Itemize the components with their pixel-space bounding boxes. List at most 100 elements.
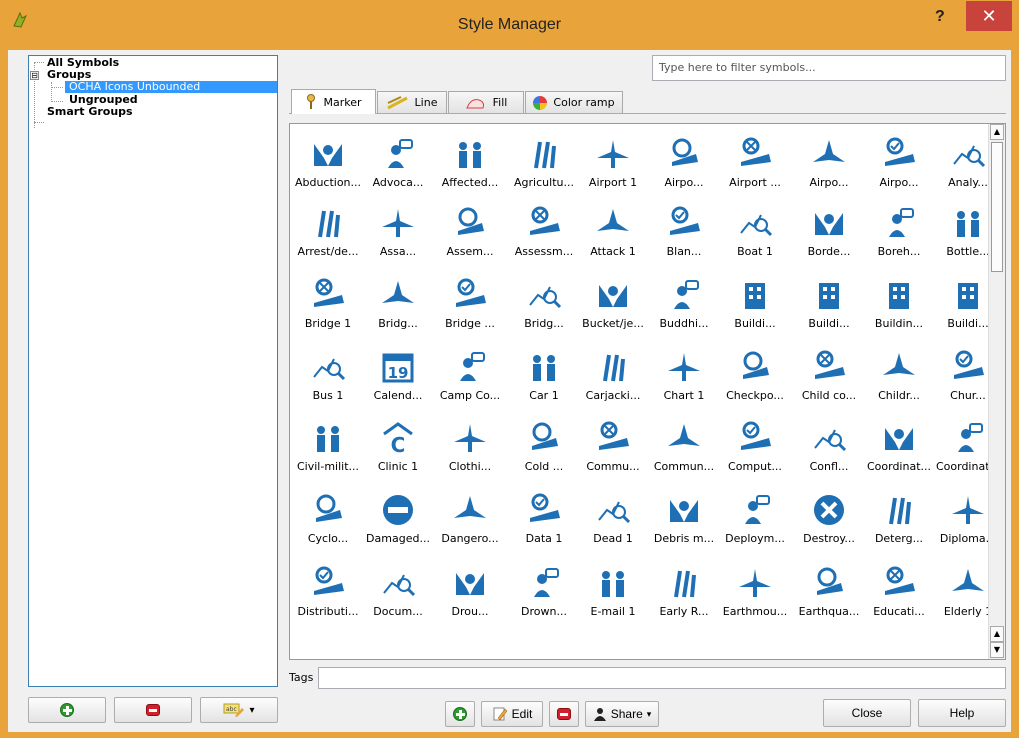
add-group-button[interactable] <box>28 697 106 723</box>
symbol-item[interactable]: Dead 1 <box>579 492 647 545</box>
tab-color-ramp[interactable]: Color ramp <box>525 91 623 113</box>
symbol-item[interactable]: Commun... <box>650 420 718 473</box>
symbol-item[interactable]: Airpo... <box>650 136 718 189</box>
symbol-item[interactable]: Confl... <box>795 420 863 473</box>
symbol-item[interactable]: Boat 1 <box>721 205 789 258</box>
scroll-thumb[interactable] <box>991 142 1003 272</box>
symbol-item[interactable]: Deterg... <box>865 492 933 545</box>
scroll-down-button[interactable]: ▼ <box>990 642 1004 658</box>
symbol-preview-icon <box>597 140 629 168</box>
symbol-item[interactable]: Cyclo... <box>294 492 362 545</box>
symbol-item[interactable]: Airport ... <box>721 136 789 189</box>
symbol-item[interactable]: Early R... <box>650 565 718 618</box>
symbol-item[interactable]: Bridge ... <box>436 277 504 330</box>
remove-group-button[interactable] <box>114 697 192 723</box>
symbol-item[interactable]: Earthmou... <box>721 565 789 618</box>
edit-symbol-button[interactable]: Edit <box>481 701 543 727</box>
symbol-item[interactable]: Checkpo... <box>721 349 789 402</box>
symbol-item[interactable]: Assa... <box>364 205 432 258</box>
symbol-item[interactable]: Bridg... <box>510 277 578 330</box>
symbol-item[interactable]: Buildin... <box>865 277 933 330</box>
symbol-item[interactable]: Agricultu... <box>510 136 578 189</box>
tree-item-ocha-icons[interactable]: OCHA Icons Unbounded <box>65 81 277 93</box>
symbol-item[interactable]: Buddhi... <box>650 277 718 330</box>
symbol-item[interactable]: Commu... <box>579 420 647 473</box>
symbol-item[interactable]: Assem... <box>436 205 504 258</box>
symbol-item[interactable]: Comput... <box>721 420 789 473</box>
vertical-scrollbar[interactable]: ▲ ▲ ▼ <box>988 124 1005 659</box>
symbol-item[interactable]: Earthqua... <box>795 565 863 618</box>
add-symbol-button[interactable] <box>445 701 475 727</box>
symbol-preview-icon <box>456 573 484 595</box>
symbol-item[interactable]: Bus 1 <box>294 349 362 402</box>
symbol-item[interactable]: Child co... <box>795 349 863 402</box>
symbol-item[interactable]: Airpo... <box>795 136 863 189</box>
symbol-item[interactable]: Abduction... <box>294 136 362 189</box>
symbol-item[interactable]: Clothi... <box>436 420 504 473</box>
symbol-item[interactable]: Damaged... <box>364 492 432 545</box>
group-actions-button[interactable]: abc ▾ <box>200 697 278 723</box>
filter-symbols-input[interactable]: Type here to filter symbols... <box>652 55 1006 81</box>
symbol-item[interactable]: Blan... <box>650 205 718 258</box>
symbol-list[interactable]: Abduction... Advoca... Affected... Agricult… <box>289 123 1006 660</box>
symbol-label: Civil-milit... <box>296 460 359 473</box>
symbol-item[interactable]: Deploym... <box>721 492 789 545</box>
symbol-preview-icon: C <box>383 422 413 456</box>
close-button[interactable]: Close <box>823 699 911 727</box>
symbol-item[interactable]: Attack 1 <box>579 205 647 258</box>
symbol-item[interactable]: Dangero... <box>436 492 504 545</box>
symbol-item[interactable]: Airport 1 <box>579 136 647 189</box>
close-window-button[interactable]: ✕ <box>966 1 1012 31</box>
symbol-item[interactable]: Car 1 <box>510 349 578 402</box>
symbol-item[interactable]: Advoca... <box>364 136 432 189</box>
symbol-item[interactable]: Boreh... <box>865 205 933 258</box>
scroll-up-button-lower[interactable]: ▲ <box>990 626 1004 642</box>
symbol-item[interactable]: Bridge 1 <box>294 277 362 330</box>
symbol-item[interactable]: Educati... <box>865 565 933 618</box>
group-tree[interactable]: All Symbols ⊟ Groups OCHA Icons Unbounde… <box>28 55 278 687</box>
help-button[interactable]: Help <box>918 699 1006 727</box>
symbol-item[interactable]: Data 1 <box>510 492 578 545</box>
tab-fill[interactable]: Fill <box>448 91 524 113</box>
symbol-item[interactable]: Civil-milit... <box>294 420 362 473</box>
symbol-item[interactable]: Chart 1 <box>650 349 718 402</box>
symbol-preview-icon <box>388 139 413 168</box>
symbol-item[interactable]: Drown... <box>510 565 578 618</box>
symbol-label: Bridg... <box>378 317 418 330</box>
share-menu-button[interactable]: Share ▾ <box>585 701 659 727</box>
symbol-item[interactable]: E-mail 1 <box>579 565 647 618</box>
symbol-item[interactable]: Arrest/de... <box>294 205 362 258</box>
symbol-label: Destroy... <box>803 532 855 545</box>
symbol-item[interactable]: Drou... <box>436 565 504 618</box>
symbol-item[interactable]: Bridg... <box>364 277 432 330</box>
symbol-item[interactable]: Buildi... <box>721 277 789 330</box>
tags-input[interactable] <box>318 667 1006 689</box>
tab-line[interactable]: Line <box>377 91 447 113</box>
tree-connector <box>34 62 44 63</box>
symbol-item[interactable]: Bucket/je... <box>579 277 647 330</box>
symbol-item[interactable]: 19 Calend... <box>364 349 432 402</box>
symbol-item[interactable]: Childr... <box>865 349 933 402</box>
remove-symbol-button[interactable] <box>549 701 579 727</box>
symbol-item[interactable]: Distributi... <box>294 565 362 618</box>
symbol-item[interactable]: Docum... <box>364 565 432 618</box>
symbol-label: Data 1 <box>525 532 563 545</box>
scroll-up-button[interactable]: ▲ <box>990 124 1004 140</box>
collapse-groups-icon[interactable]: ⊟ <box>30 71 39 80</box>
tab-marker[interactable]: Marker <box>291 89 376 114</box>
symbol-item[interactable]: C Clinic 1 <box>364 420 432 473</box>
symbol-item[interactable]: Assessm... <box>510 205 578 258</box>
symbol-item[interactable]: Destroy... <box>795 492 863 545</box>
symbol-item[interactable]: Buildi... <box>795 277 863 330</box>
symbol-item[interactable]: Coordinat... <box>865 420 933 473</box>
help-title-button[interactable]: ? <box>935 8 945 26</box>
tree-connector <box>34 122 44 123</box>
symbol-item[interactable]: Borde... <box>795 205 863 258</box>
symbol-item[interactable]: Cold ... <box>510 420 578 473</box>
symbol-item[interactable]: Affected... <box>436 136 504 189</box>
symbol-item[interactable]: Camp Co... <box>436 349 504 402</box>
symbol-item[interactable]: Airpo... <box>865 136 933 189</box>
symbol-item[interactable]: Carjacki... <box>579 349 647 402</box>
tree-item-smart-groups[interactable]: Smart Groups <box>47 106 133 118</box>
symbol-item[interactable]: Debris m... <box>650 492 718 545</box>
